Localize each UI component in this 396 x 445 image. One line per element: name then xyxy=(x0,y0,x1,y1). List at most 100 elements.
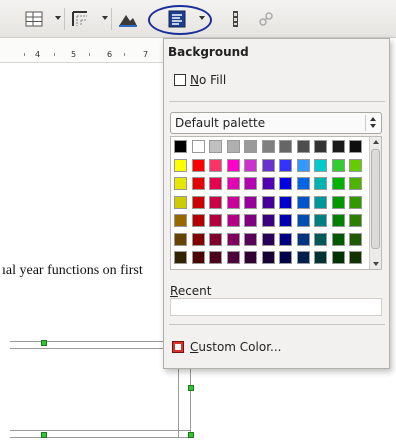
color-swatch[interactable] xyxy=(331,251,345,264)
color-swatch[interactable] xyxy=(209,177,222,190)
color-swatch[interactable] xyxy=(261,177,275,190)
color-swatch[interactable] xyxy=(314,232,327,246)
color-swatch[interactable] xyxy=(296,158,310,172)
color-swatch[interactable] xyxy=(261,195,275,209)
column-bar-icon[interactable] xyxy=(226,9,246,29)
color-swatch[interactable] xyxy=(244,214,257,227)
color-swatch[interactable] xyxy=(331,232,345,246)
chevron-down-icon[interactable] xyxy=(102,16,108,20)
color-swatch[interactable] xyxy=(191,158,205,172)
color-swatch[interactable] xyxy=(261,158,275,172)
color-swatch[interactable] xyxy=(279,158,292,172)
color-swatch[interactable] xyxy=(191,177,205,190)
color-swatch[interactable] xyxy=(226,195,240,209)
color-swatch[interactable] xyxy=(209,251,222,264)
ruler-tick xyxy=(89,53,90,56)
color-swatch[interactable] xyxy=(331,158,345,172)
selection-handle[interactable] xyxy=(188,432,194,438)
color-swatch[interactable] xyxy=(174,158,187,172)
color-swatch[interactable] xyxy=(349,251,362,264)
color-swatch[interactable] xyxy=(244,140,257,153)
color-swatch[interactable] xyxy=(296,232,310,246)
palette-scrollbar[interactable] xyxy=(369,137,381,269)
color-swatch[interactable] xyxy=(226,251,240,264)
color-swatch[interactable] xyxy=(226,232,240,246)
color-swatch[interactable] xyxy=(279,251,292,264)
color-swatch[interactable] xyxy=(244,251,257,264)
color-swatch[interactable] xyxy=(244,177,257,190)
document-text[interactable]: ıal year functions on first xyxy=(2,263,143,279)
popup-separator xyxy=(169,101,385,102)
color-swatch[interactable] xyxy=(296,177,310,190)
color-swatch[interactable] xyxy=(314,251,327,264)
color-swatch[interactable] xyxy=(279,214,292,227)
color-swatch[interactable] xyxy=(174,195,187,209)
color-swatch[interactable] xyxy=(349,214,362,227)
color-swatch[interactable] xyxy=(331,214,345,227)
color-swatch[interactable] xyxy=(174,177,187,190)
recent-colors-area[interactable] xyxy=(170,298,382,316)
color-swatch[interactable] xyxy=(331,177,345,190)
color-swatch[interactable] xyxy=(244,158,257,172)
color-swatch[interactable] xyxy=(226,214,240,227)
color-swatch[interactable] xyxy=(244,232,257,246)
color-swatch[interactable] xyxy=(296,140,310,153)
scrollbar-thumb[interactable] xyxy=(371,149,380,249)
color-swatch[interactable] xyxy=(279,140,292,153)
color-swatch[interactable] xyxy=(191,195,205,209)
selection-handle[interactable] xyxy=(41,432,47,438)
color-swatch[interactable] xyxy=(349,195,362,209)
color-swatch[interactable] xyxy=(279,177,292,190)
color-swatch[interactable] xyxy=(349,177,362,190)
color-swatch[interactable] xyxy=(296,214,310,227)
color-swatch[interactable] xyxy=(279,232,292,246)
color-swatch[interactable] xyxy=(314,158,327,172)
color-swatch[interactable] xyxy=(209,158,222,172)
color-swatch[interactable] xyxy=(349,158,362,172)
color-swatch[interactable] xyxy=(209,214,222,227)
selection-handle[interactable] xyxy=(41,340,47,346)
link-icon[interactable] xyxy=(256,9,276,29)
color-swatch[interactable] xyxy=(174,214,187,227)
color-swatch[interactable] xyxy=(174,251,187,264)
color-swatch[interactable] xyxy=(261,251,275,264)
color-swatch[interactable] xyxy=(261,232,275,246)
scroll-down-icon[interactable] xyxy=(373,262,379,266)
color-swatch[interactable] xyxy=(209,232,222,246)
color-swatch[interactable] xyxy=(226,140,240,153)
color-swatch[interactable] xyxy=(261,140,275,153)
image-icon[interactable] xyxy=(117,9,137,29)
color-swatch[interactable] xyxy=(174,140,187,153)
color-swatch[interactable] xyxy=(349,140,362,153)
table-borders-icon[interactable] xyxy=(70,9,90,29)
color-swatch[interactable] xyxy=(314,177,327,190)
color-swatch[interactable] xyxy=(296,251,310,264)
color-swatch[interactable] xyxy=(191,232,205,246)
scroll-up-icon[interactable] xyxy=(373,140,379,144)
color-swatch[interactable] xyxy=(331,195,345,209)
color-swatch[interactable] xyxy=(191,140,205,153)
color-swatch[interactable] xyxy=(261,214,275,227)
selection-handle[interactable] xyxy=(188,385,194,391)
color-swatch[interactable] xyxy=(191,251,205,264)
custom-color-button[interactable]: Custom Color... xyxy=(172,339,281,355)
table-insert-icon[interactable] xyxy=(24,9,44,29)
color-swatch[interactable] xyxy=(226,177,240,190)
color-swatch[interactable] xyxy=(296,195,310,209)
color-swatch[interactable] xyxy=(314,214,327,227)
color-swatch[interactable] xyxy=(349,232,362,246)
color-swatch[interactable] xyxy=(191,214,205,227)
color-swatch[interactable] xyxy=(314,195,327,209)
color-swatch[interactable] xyxy=(331,140,345,153)
color-swatch[interactable] xyxy=(209,140,222,153)
color-swatch[interactable] xyxy=(174,232,187,246)
color-swatch[interactable] xyxy=(209,195,222,209)
color-swatch[interactable] xyxy=(279,195,292,209)
color-swatch[interactable] xyxy=(226,158,240,172)
color-swatch[interactable] xyxy=(314,140,327,153)
color-swatch[interactable] xyxy=(244,195,257,209)
no-fill-button[interactable]: No Fill xyxy=(174,72,226,88)
chevron-down-icon[interactable] xyxy=(55,16,61,20)
palette-select[interactable]: Default palette xyxy=(170,112,382,134)
horizontal-ruler[interactable]: 4 5 6 7 xyxy=(0,38,170,63)
